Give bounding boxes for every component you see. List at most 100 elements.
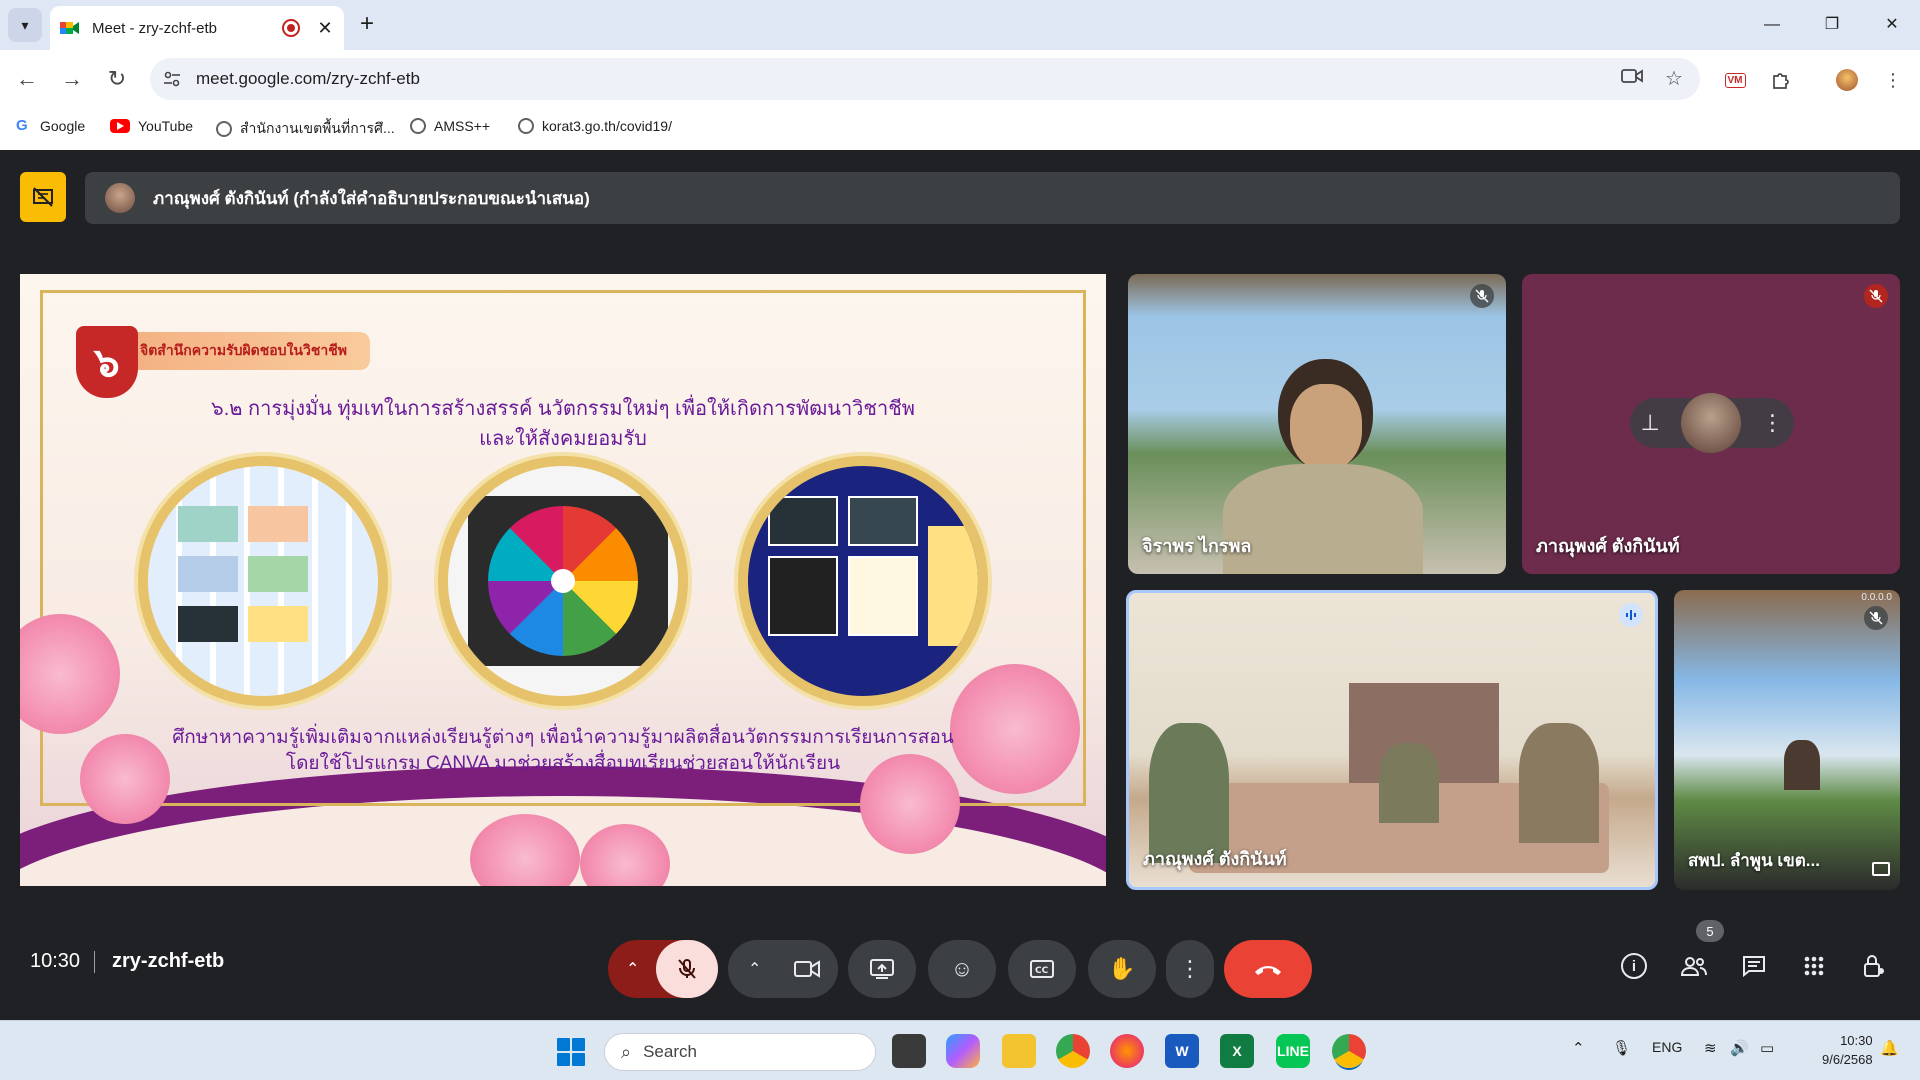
extensions-puzzle-icon[interactable] xyxy=(1768,67,1794,93)
slide-heading: ๖.๒ การมุ่งมั่น ทุ่มเทในการสร้างสรรค์ นว… xyxy=(211,398,915,420)
participant-tile-jiraporn[interactable]: จิราพร ไกรพล xyxy=(1128,274,1506,574)
globe-icon xyxy=(216,121,232,137)
task-view-icon[interactable] xyxy=(892,1034,926,1068)
participant-tile-self[interactable]: ⊥ ⋮ ภาณุพงศ์ ตังกินันท์ xyxy=(1522,274,1900,574)
bookmark-youtube[interactable]: YouTube xyxy=(110,118,193,134)
taskbar-clock[interactable]: 10:30 9/6/2568 xyxy=(1822,1031,1873,1069)
line-app-icon[interactable]: LINE xyxy=(1276,1034,1310,1068)
google-icon: G xyxy=(16,117,28,134)
expand-tile-icon[interactable] xyxy=(1872,862,1890,876)
chrome-icon[interactable] xyxy=(1056,1034,1090,1068)
room-person xyxy=(1149,723,1229,863)
taskbar-search[interactable]: ⌕ Search xyxy=(604,1033,876,1071)
presenter-banner: ภาณุพงศ์ ตังกินันท์ (กำลังใส่คำอธิบายประ… xyxy=(85,172,1900,224)
close-window-icon[interactable]: ✕ xyxy=(1872,10,1912,40)
word-icon[interactable]: W xyxy=(1165,1034,1199,1068)
reactions-button[interactable]: ☺ xyxy=(928,940,996,998)
leave-call-button[interactable] xyxy=(1224,940,1312,998)
battery-icon[interactable]: ▭ xyxy=(1760,1039,1774,1057)
chrome-active-icon[interactable] xyxy=(1332,1034,1366,1068)
more-options-button[interactable]: ⋮ xyxy=(1166,940,1214,998)
room-person xyxy=(1379,743,1439,823)
captions-button[interactable]: CC xyxy=(1008,940,1076,998)
file-explorer-icon[interactable] xyxy=(1002,1034,1036,1068)
restore-icon[interactable]: ❐ xyxy=(1812,10,1852,40)
minimize-icon[interactable]: — xyxy=(1752,10,1792,40)
close-tab-icon[interactable]: ✕ xyxy=(316,18,334,39)
participant-video-face xyxy=(1290,384,1362,470)
address-bar[interactable]: meet.google.com/zry-zchf-etb ☆ xyxy=(150,58,1700,100)
reload-icon[interactable]: ↻ xyxy=(100,62,134,96)
host-controls-button[interactable] xyxy=(1850,942,1898,990)
chat-icon xyxy=(1743,956,1765,977)
site-info-icon[interactable] xyxy=(162,69,182,89)
profile-avatar-icon[interactable] xyxy=(1834,67,1860,93)
chat-button[interactable] xyxy=(1730,942,1778,990)
notifications-bell-icon[interactable]: 🔔 xyxy=(1880,1039,1899,1057)
pin-icon[interactable]: ⊥ xyxy=(1640,410,1659,436)
presenter-banner-text: ภาณุพงศ์ ตังกินันท์ (กำลังใส่คำอธิบายประ… xyxy=(153,188,590,208)
participant-tile-meeting-room[interactable]: ภาณุพงศ์ ตังกินันท์ xyxy=(1126,590,1658,890)
bookmark-amss[interactable]: AMSS++ xyxy=(410,118,490,134)
forward-arrow-icon[interactable]: → xyxy=(55,62,89,96)
back-arrow-icon[interactable]: ← xyxy=(10,62,44,96)
bookmark-google[interactable]: G Google xyxy=(16,117,85,135)
participant-name: สพป. ลำพูน เขต... xyxy=(1688,851,1820,870)
shared-presentation[interactable]: จิตสำนึกความรับผิดชอบในวิชาชีพ ๖ ๖.๒ การ… xyxy=(20,274,1106,886)
copilot-icon[interactable] xyxy=(946,1034,980,1068)
camera-button[interactable] xyxy=(776,940,838,998)
apps-grid-icon xyxy=(1804,956,1824,976)
taskbar-time: 10:30 xyxy=(1840,1033,1873,1048)
windows-taskbar: ⌕ Search W X LINE ⌃ 🎙 ENG ≋ 🔊 ▭ 10:30 9/… xyxy=(0,1020,1920,1080)
participant-tile-lamphun[interactable]: 0.0.0.0 สพป. ลำพูน เขต... xyxy=(1674,590,1900,890)
participant-name: จิราพร ไกรพล xyxy=(1142,536,1252,556)
microphone-off-button[interactable] xyxy=(656,940,718,998)
tray-overflow-chevron-icon[interactable]: ⌃ xyxy=(1572,1039,1585,1057)
video-settings-chevron-icon[interactable]: ⌃ xyxy=(748,959,761,979)
hand-icon: ✋ xyxy=(1108,956,1136,981)
globe-icon xyxy=(518,118,534,134)
svg-text:CC: CC xyxy=(1035,966,1049,976)
browser-tab-meet[interactable]: Meet - zry-zchf-etb ✕ xyxy=(50,6,344,50)
tile-overlay-text: 0.0.0.0 xyxy=(1861,592,1892,603)
participant-video-silhouette xyxy=(1784,740,1820,790)
wifi-icon[interactable]: ≋ xyxy=(1704,1039,1717,1057)
input-language[interactable]: ENG xyxy=(1652,1039,1682,1055)
bookmark-korat3[interactable]: korat3.go.th/covid19/ xyxy=(518,118,672,134)
activities-button[interactable] xyxy=(1790,942,1838,990)
room-person xyxy=(1519,723,1599,843)
people-count-badge: 5 xyxy=(1696,920,1724,942)
people-button[interactable] xyxy=(1670,942,1718,990)
participant-video-uniform xyxy=(1223,464,1423,574)
meet-stage: ภาณุพงศ์ ตังกินันท์ (กำลังใส่คำอธิบายประ… xyxy=(0,150,1920,1020)
meeting-details-button[interactable]: i xyxy=(1610,942,1658,990)
bookmark-star-icon[interactable]: ☆ xyxy=(1662,67,1686,91)
meeting-clock: 10:30 xyxy=(30,950,81,972)
info-icon: i xyxy=(1621,953,1647,979)
raise-hand-button[interactable]: ✋ xyxy=(1088,940,1156,998)
meet-control-bar: 10:30 zry-zchf-etb ⌃ ⌃ ☺ CC ✋ ⋮ i 5 xyxy=(0,920,1920,1020)
camera-in-use-icon[interactable] xyxy=(1620,67,1644,91)
slide-number-badge: ๖ xyxy=(76,326,138,398)
slide-ribbon: จิตสำนึกความรับผิดชอบในวิชาชีพ xyxy=(130,332,370,370)
captions-icon: CC xyxy=(1030,960,1054,978)
windows-start-icon[interactable] xyxy=(557,1038,585,1066)
browser-menu-icon[interactable]: ⋮ xyxy=(1880,67,1906,93)
firefox-icon[interactable] xyxy=(1110,1034,1144,1068)
audio-settings-chevron-icon[interactable]: ⌃ xyxy=(626,959,639,979)
slide-image-canva-templates xyxy=(138,456,388,706)
microphone-tray-icon[interactable]: 🎙 xyxy=(1612,1039,1631,1057)
more-options-icon[interactable]: ⋮ xyxy=(1762,410,1784,436)
presentation-layout-button[interactable] xyxy=(20,172,66,222)
volume-icon[interactable]: 🔊 xyxy=(1730,1039,1749,1057)
tab-search-chevron-icon[interactable]: ▾ xyxy=(8,8,42,42)
excel-icon[interactable]: X xyxy=(1220,1034,1254,1068)
new-tab-button[interactable]: + xyxy=(352,10,382,40)
bookmark-esa-office[interactable]: สำนักงานเขตพื้นที่การศึ... xyxy=(216,118,395,140)
slides-off-icon xyxy=(33,187,53,207)
more-vertical-icon: ⋮ xyxy=(1179,956,1201,981)
present-screen-button[interactable] xyxy=(848,940,916,998)
url-text[interactable]: meet.google.com/zry-zchf-etb xyxy=(196,69,420,89)
bookmarks-bar: G Google YouTube สำนักงานเขตพื้นที่การศึ… xyxy=(0,108,1920,150)
vm-extension-icon[interactable]: VM xyxy=(1722,67,1748,93)
